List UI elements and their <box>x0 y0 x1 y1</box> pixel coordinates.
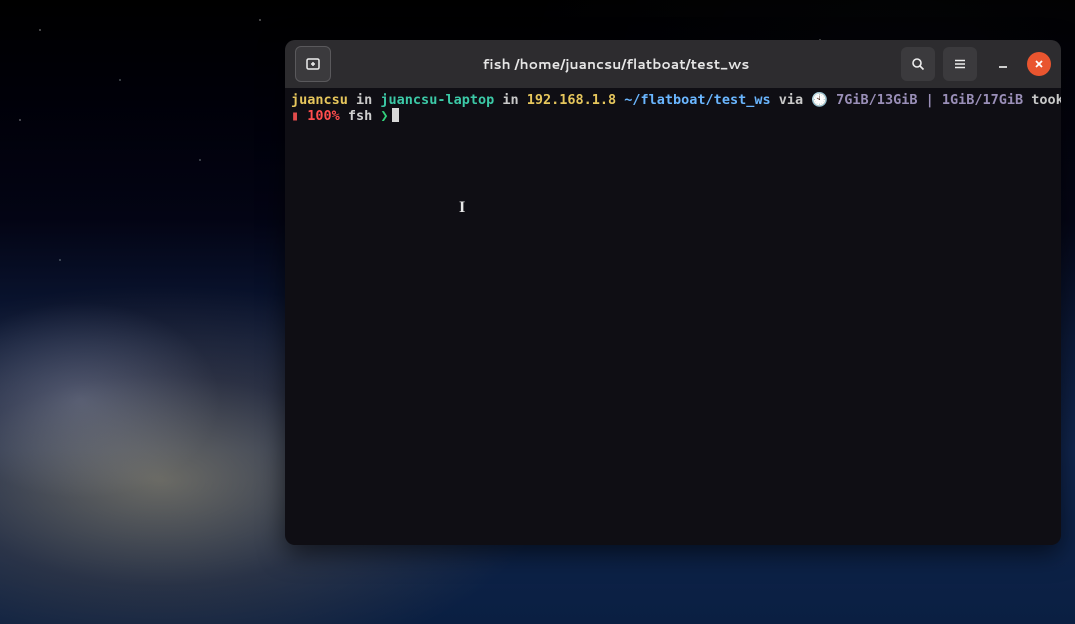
clock-icon: 🕙 <box>811 92 836 108</box>
prompt-char: ❯ <box>380 108 388 124</box>
prompt-path: ~/flatboat/test_ws <box>624 92 770 108</box>
minimize-icon <box>997 58 1009 70</box>
prompt-took: took <box>1023 92 1061 108</box>
close-icon <box>1033 58 1045 70</box>
minimize-button[interactable] <box>991 52 1015 76</box>
new-tab-button[interactable] <box>295 46 331 82</box>
new-tab-icon <box>305 56 321 72</box>
prompt-battery: 100% <box>307 108 340 124</box>
search-icon <box>910 56 926 72</box>
mouse-ibeam-cursor: I <box>459 200 465 216</box>
terminal-content[interactable]: juancsu in juancsu-laptop in 192.168.1.8… <box>285 88 1061 545</box>
search-button[interactable] <box>901 47 935 81</box>
prompt-host: juancsu-laptop <box>380 92 494 108</box>
prompt-in2: in <box>494 92 527 108</box>
desktop-wallpaper: fish /home/juancsu/flatboat/test_ws <box>0 0 1075 624</box>
prompt-mem: 7GiB/13GiB | 1GiB/17GiB <box>836 92 1023 108</box>
prompt-via: via <box>771 92 812 108</box>
text-cursor <box>392 108 399 122</box>
hamburger-icon <box>952 56 968 72</box>
close-button[interactable] <box>1027 52 1051 76</box>
window-title: fish /home/juancsu/flatboat/test_ws <box>339 54 893 74</box>
terminal-body: juancsu in juancsu-laptop in 192.168.1.8… <box>285 88 1061 545</box>
menu-button[interactable] <box>943 47 977 81</box>
prompt-in1: in <box>348 92 381 108</box>
prompt-user: juancsu <box>291 92 348 108</box>
battery-icon: ▮ <box>291 108 307 124</box>
prompt-shell: fsh <box>340 108 381 124</box>
terminal-window: fish /home/juancsu/flatboat/test_ws <box>285 40 1061 545</box>
titlebar[interactable]: fish /home/juancsu/flatboat/test_ws <box>285 40 1061 88</box>
window-controls <box>991 52 1051 76</box>
prompt-ip: 192.168.1.8 <box>527 92 616 108</box>
